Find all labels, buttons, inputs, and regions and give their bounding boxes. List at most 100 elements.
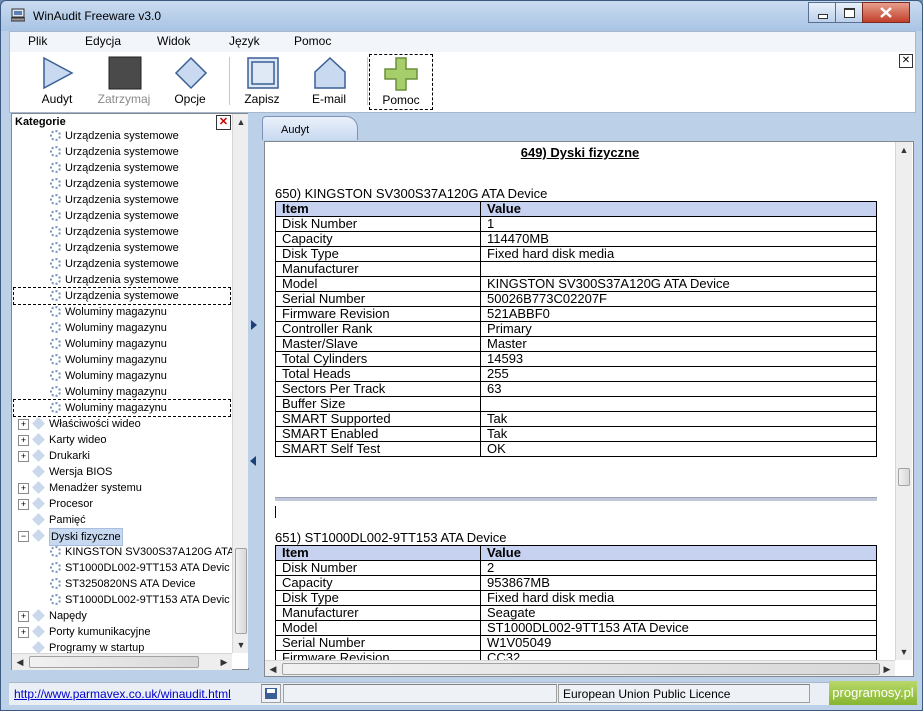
tree-item[interactable]: Urządzenia systemowe xyxy=(14,224,230,240)
tree-item[interactable]: Woluminy magazynu xyxy=(14,384,230,400)
tree-item[interactable]: Programy w startup xyxy=(14,640,230,654)
tree-item-label: Woluminy magazynu xyxy=(65,370,167,382)
tree-item[interactable]: Urządzenia systemowe xyxy=(14,272,230,288)
item-cell: Total Cylinders xyxy=(275,351,481,367)
scroll-right-icon[interactable]: ▶ xyxy=(216,654,232,670)
website-link[interactable]: http://www.parmavex.co.uk/winaudit.html xyxy=(14,687,231,701)
item-cell: Controller Rank xyxy=(275,321,481,337)
expand-right-icon[interactable] xyxy=(251,320,257,330)
tree-item[interactable]: + Procesor xyxy=(14,496,230,512)
report-vertical-scrollbar[interactable]: ▲ ▼ xyxy=(895,142,912,660)
tree-item[interactable]: Woluminy magazynu xyxy=(14,320,230,336)
item-cell: Sectors Per Track xyxy=(275,381,481,397)
value-cell: Fixed hard disk media xyxy=(480,246,877,262)
device-icon xyxy=(50,178,61,189)
tree-item[interactable]: ST3250820NS ATA Device xyxy=(14,576,230,592)
stop-button[interactable]: Zatrzymaj xyxy=(89,54,159,108)
scroll-up-icon[interactable]: ▲ xyxy=(233,114,249,130)
report-scroll-thumb[interactable] xyxy=(898,468,910,486)
expand-icon[interactable]: + xyxy=(18,499,29,510)
pane-splitter[interactable] xyxy=(248,113,260,668)
tree-item[interactable]: Woluminy magazynu xyxy=(14,304,230,320)
report-hscroll-thumb[interactable] xyxy=(282,663,880,675)
tree-scroll-thumb[interactable] xyxy=(235,548,247,634)
menu-widok[interactable]: Widok xyxy=(157,34,190,48)
expand-icon[interactable]: + xyxy=(18,627,29,638)
tree-item[interactable]: Urządzenia systemowe xyxy=(14,176,230,192)
toolbar-close-button[interactable]: ✕ xyxy=(899,54,913,68)
tree-item-label: Urządzenia systemowe xyxy=(65,290,179,302)
expand-icon[interactable]: + xyxy=(18,483,29,494)
menu-pomoc[interactable]: Pomoc xyxy=(294,34,331,48)
categories-pane: Kategorie ✕ Urządzenia systemowe Urządzen… xyxy=(11,113,249,670)
tree-item[interactable]: Urządzenia systemowe xyxy=(13,287,231,305)
tree-item[interactable]: Urządzenia systemowe xyxy=(14,240,230,256)
scroll-down-icon[interactable]: ▼ xyxy=(896,644,912,660)
close-button[interactable] xyxy=(862,2,910,23)
tree-item[interactable]: Urządzenia systemowe xyxy=(14,192,230,208)
scroll-up-icon[interactable]: ▲ xyxy=(896,142,912,158)
categories-close-button[interactable]: ✕ xyxy=(216,115,231,130)
tree-item-label: Woluminy magazynu xyxy=(65,402,167,414)
app-window: WinAudit Freeware v3.0 Plik Edycja Widok… xyxy=(0,0,923,711)
menu-edycja[interactable]: Edycja xyxy=(85,34,121,48)
tree-item[interactable]: Woluminy magazynu xyxy=(14,336,230,352)
tree-item[interactable]: + Właściwości wideo xyxy=(14,416,230,432)
scroll-right-icon[interactable]: ▶ xyxy=(879,661,895,676)
save-button[interactable]: Zapisz xyxy=(227,54,297,108)
scroll-left-icon[interactable]: ◀ xyxy=(265,661,281,676)
options-button[interactable]: Opcje xyxy=(155,54,225,108)
menu-jezyk[interactable]: Język xyxy=(229,34,260,48)
table-header-row: Item Value xyxy=(275,201,877,217)
tree-item[interactable]: Wersja BIOS xyxy=(14,464,230,480)
help-button[interactable]: Pomoc xyxy=(369,54,433,110)
tree-hscroll-thumb[interactable] xyxy=(29,656,199,668)
maximize-button[interactable] xyxy=(835,2,863,23)
tree-item-label: Wersja BIOS xyxy=(49,466,113,478)
tab-audyt[interactable]: Audyt xyxy=(262,116,358,140)
tree-item[interactable]: ST1000DL002-9TT153 ATA Devic xyxy=(14,560,230,576)
scroll-down-icon[interactable]: ▼ xyxy=(233,637,249,653)
report-pane: Audyt 649) Dyski fizyczne 650) KINGSTON … xyxy=(260,113,914,679)
expand-icon[interactable]: + xyxy=(18,419,29,430)
table-row: Firmware Revision 521ABBF0 xyxy=(275,306,877,322)
tree-vertical-scrollbar[interactable]: ▲ ▼ xyxy=(232,114,249,653)
tree-item[interactable]: + Karty wideo xyxy=(14,432,230,448)
tree-item[interactable]: Urządzenia systemowe xyxy=(14,208,230,224)
item-cell: Total Heads xyxy=(275,366,481,382)
audit-button[interactable]: Audyt xyxy=(22,54,92,108)
menu-plik[interactable]: Plik xyxy=(28,34,47,48)
tree-item[interactable]: Pamięć xyxy=(14,512,230,528)
tree-item[interactable]: Woluminy magazynu xyxy=(14,368,230,384)
minimize-button[interactable] xyxy=(808,2,836,23)
tree-item[interactable]: + Napędy xyxy=(14,608,230,624)
expand-icon[interactable]: + xyxy=(18,611,29,622)
email-button[interactable]: E-mail xyxy=(294,54,364,108)
tree-horizontal-scrollbar[interactable]: ◀ ▶ xyxy=(12,653,232,670)
table-row: Capacity 953867MB xyxy=(275,575,877,591)
expand-icon[interactable]: + xyxy=(18,435,29,446)
tree-item[interactable]: + Menadżer systemu xyxy=(14,480,230,496)
tree-item[interactable]: − Dyski fizyczne xyxy=(14,528,230,546)
tree-item[interactable]: Woluminy magazynu xyxy=(13,399,231,417)
scroll-left-icon[interactable]: ◀ xyxy=(12,654,28,670)
value-cell xyxy=(480,396,877,412)
collapse-left-icon[interactable] xyxy=(250,456,256,466)
help-button-label: Pomoc xyxy=(382,93,420,107)
expand-icon[interactable]: + xyxy=(18,451,29,462)
tree-item[interactable]: Urządzenia systemowe xyxy=(14,160,230,176)
column-header-item: Item xyxy=(275,545,481,561)
collapse-icon[interactable]: − xyxy=(18,531,29,542)
tree-item[interactable]: Urządzenia systemowe xyxy=(14,130,230,144)
tree-item[interactable]: + Porty kumunikacyjne xyxy=(14,624,230,640)
tree-item[interactable]: + Drukarki xyxy=(14,448,230,464)
value-cell: Master xyxy=(480,336,877,352)
item-cell: Serial Number xyxy=(275,291,481,307)
tree-item[interactable]: Urządzenia systemowe xyxy=(14,144,230,160)
tree-item[interactable]: KINGSTON SV300S37A120G ATA xyxy=(14,544,232,560)
play-icon xyxy=(43,56,74,90)
tree-item[interactable]: ST1000DL002-9TT153 ATA Devic xyxy=(14,592,230,608)
tree-item[interactable]: Urządzenia systemowe xyxy=(14,256,230,272)
report-horizontal-scrollbar[interactable]: ◀ ▶ xyxy=(265,660,895,676)
tree-item[interactable]: Woluminy magazynu xyxy=(14,352,230,368)
